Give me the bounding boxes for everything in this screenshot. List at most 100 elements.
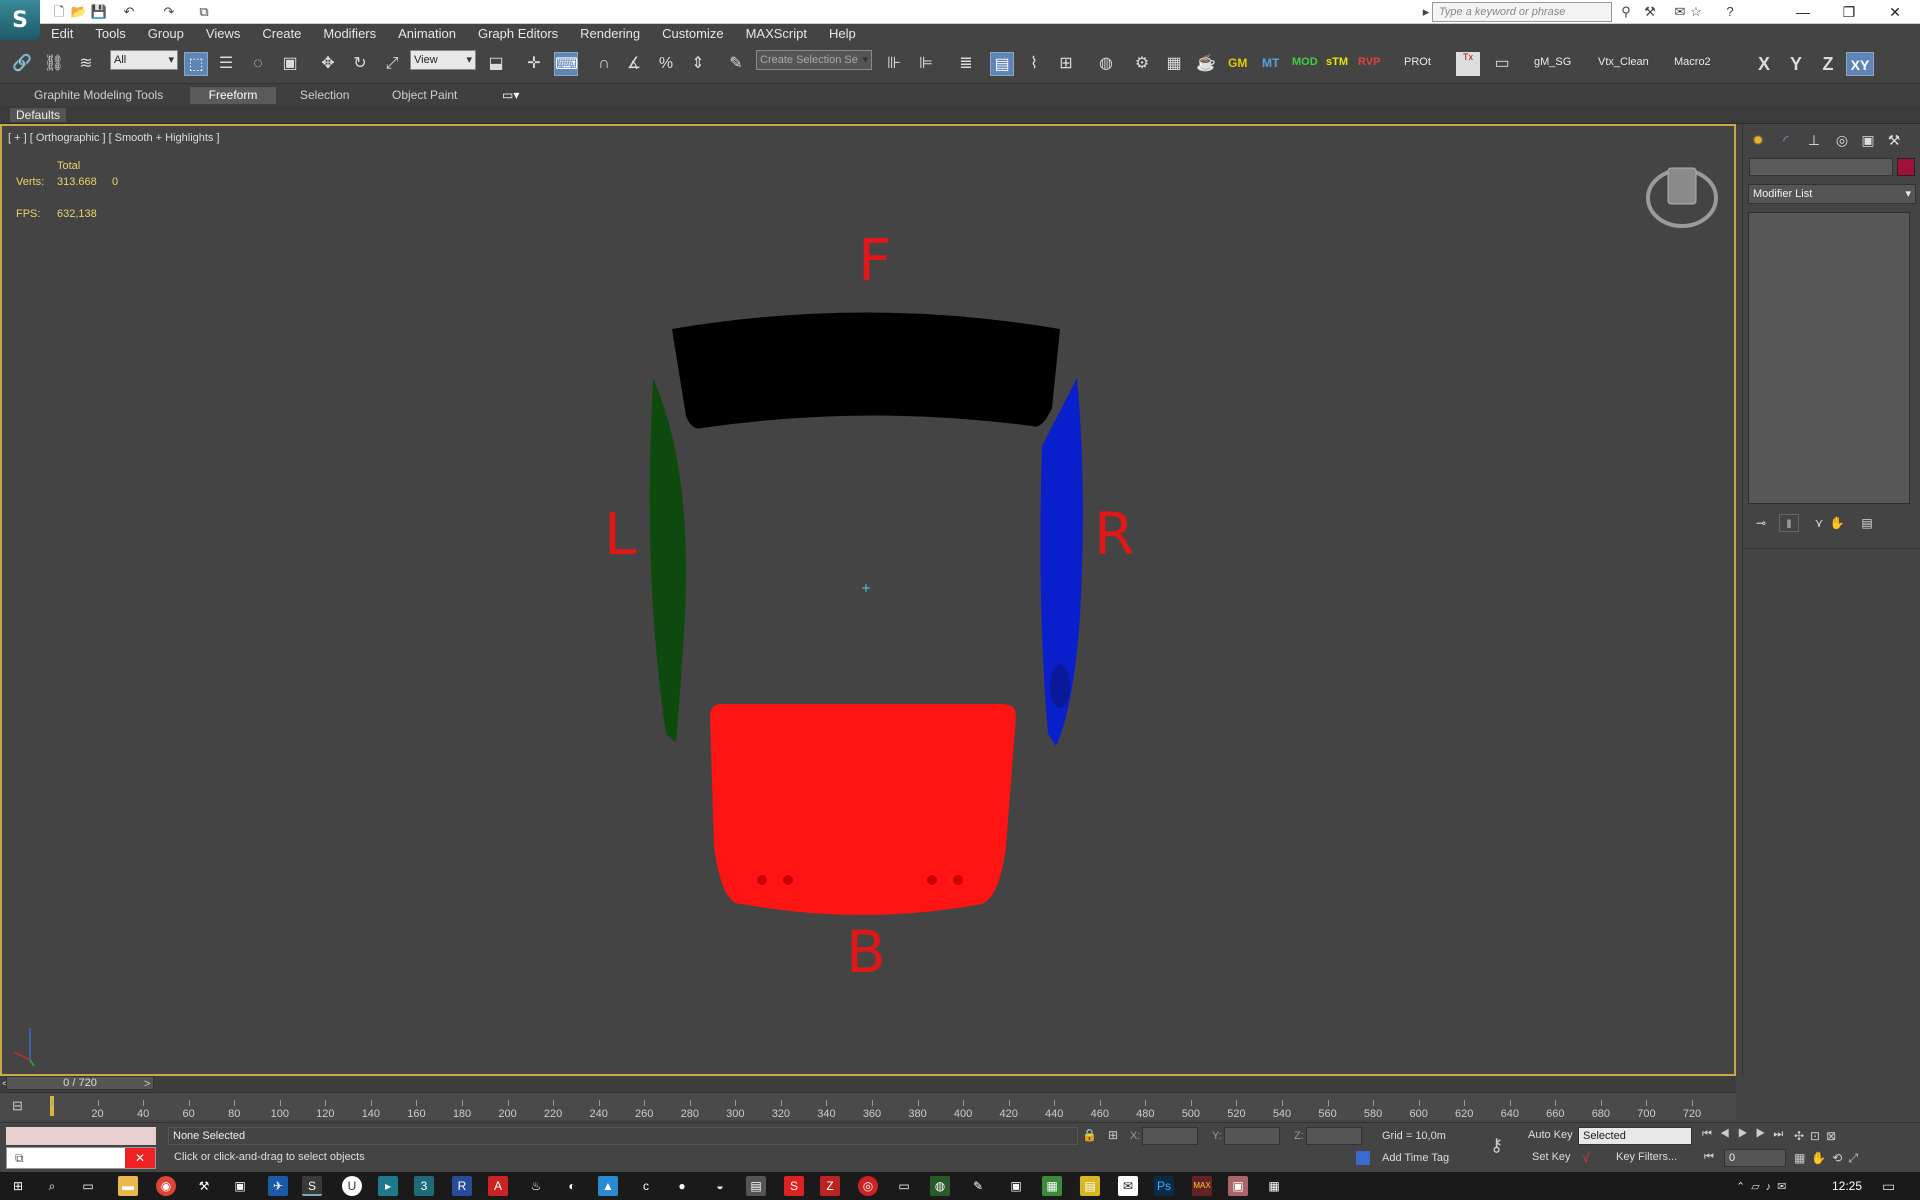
tab-object-paint[interactable]: Object Paint xyxy=(380,87,469,104)
script-button-vtx-clean[interactable]: Vtx_Clean xyxy=(1598,56,1649,68)
material-editor-icon[interactable]: ◍ xyxy=(1094,52,1118,76)
reference-coordinate-dropdown[interactable]: View xyxy=(410,50,476,70)
app-icon-1[interactable]: ✈ xyxy=(268,1176,288,1196)
named-selection-dropdown[interactable]: Create Selection Se xyxy=(756,50,872,70)
script-button-gm[interactable]: GM xyxy=(1228,56,1247,70)
explorer-icon[interactable]: ▬ xyxy=(118,1176,138,1196)
key-curve-icon[interactable]: √ xyxy=(1582,1149,1590,1165)
key-filters-button[interactable]: Key Filters... xyxy=(1616,1151,1677,1163)
app-logo-icon[interactable]: S xyxy=(0,0,40,40)
current-frame-field[interactable]: 0 xyxy=(1724,1149,1786,1167)
ruler-tool-icon[interactable]: ▭ xyxy=(1490,52,1514,76)
keyboard-shortcut-override-icon[interactable]: ⌨ xyxy=(554,52,578,76)
set-key-icon[interactable]: ⚷ xyxy=(1490,1135,1503,1156)
script-button-mod[interactable]: MOD xyxy=(1292,56,1318,68)
motion-tab-icon[interactable]: ◎ xyxy=(1831,130,1853,150)
maxscript-close-icon[interactable]: ✕ xyxy=(125,1148,155,1168)
search-input[interactable]: Type a keyword or phrase xyxy=(1432,2,1612,22)
app-icon-17[interactable]: ▣ xyxy=(1006,1176,1026,1196)
maxscript-mini-listener[interactable] xyxy=(6,1127,156,1145)
app-icon-22[interactable]: ▦ xyxy=(1264,1176,1284,1196)
menu-modifiers[interactable]: Modifiers xyxy=(312,24,387,44)
app-icon-2[interactable]: U xyxy=(342,1176,362,1196)
steam-icon[interactable]: ♨ xyxy=(526,1176,546,1196)
start-icon[interactable]: ⊞ xyxy=(8,1176,28,1196)
app-icon-21[interactable]: ▣ xyxy=(1228,1176,1248,1196)
menu-tools[interactable]: Tools xyxy=(84,24,136,44)
select-object-icon[interactable]: ⬚ xyxy=(184,52,208,76)
task-view-icon[interactable]: ▭ xyxy=(78,1176,98,1196)
viewport-nav-controls[interactable]: ✣⊡⊠ xyxy=(1794,1129,1842,1143)
modifier-stack[interactable] xyxy=(1748,212,1910,504)
script-button-stm[interactable]: sTM xyxy=(1326,56,1348,68)
favorites-star-icon[interactable]: ☆ xyxy=(1686,3,1706,21)
script-button-macro2[interactable]: Macro2 xyxy=(1674,56,1711,68)
chrome-icon[interactable]: ◉ xyxy=(156,1176,176,1196)
maximize-button[interactable]: ❐ xyxy=(1826,0,1872,24)
minimize-button[interactable]: — xyxy=(1780,0,1826,24)
app-icon-20[interactable]: MAX xyxy=(1192,1176,1212,1196)
schematic-view-icon[interactable]: ⊞ xyxy=(1054,52,1078,76)
scale-icon[interactable]: ⤢ xyxy=(380,52,404,76)
tool-icon[interactable]: ⚒ xyxy=(194,1176,214,1196)
viewport-orthographic[interactable]: [ + ] [ Orthographic ] [ Smooth + Highli… xyxy=(0,124,1736,1076)
time-next-icon[interactable]: > xyxy=(144,1078,150,1090)
z-coordinate-field[interactable] xyxy=(1306,1127,1362,1145)
app-icon-11[interactable]: ▤ xyxy=(746,1176,766,1196)
select-and-link-icon[interactable]: 🔗 xyxy=(10,52,34,76)
cmd-icon[interactable]: ▣ xyxy=(230,1176,250,1196)
create-tab-icon[interactable]: ✹ xyxy=(1747,130,1769,150)
add-time-tag[interactable]: Add Time Tag xyxy=(1382,1152,1449,1164)
absolute-mode-icon[interactable]: ⊞ xyxy=(1108,1128,1118,1142)
rotate-icon[interactable]: ↻ xyxy=(348,52,372,76)
align-icon[interactable]: ⊫ xyxy=(914,52,938,76)
save-file-icon[interactable]: 💾 xyxy=(90,3,108,21)
system-tray-icons[interactable]: ⌃▱♪✉ xyxy=(1736,1180,1792,1193)
selection-lock-icon[interactable]: 🔒 xyxy=(1082,1128,1097,1142)
viewport-nav-controls-2[interactable]: ▦✋⟲⤢ xyxy=(1794,1151,1864,1166)
menu-group[interactable]: Group xyxy=(137,24,195,44)
time-slider[interactable]: 0 / 720 xyxy=(6,1076,154,1090)
mirror-icon[interactable]: ⊪ xyxy=(882,52,906,76)
app-icon-13[interactable]: ◎ xyxy=(858,1176,878,1196)
script-button-gm-sg[interactable]: gM_SG xyxy=(1534,56,1571,68)
close-window-button[interactable]: ✕ xyxy=(1872,0,1918,24)
menu-graph-editors[interactable]: Graph Editors xyxy=(467,24,569,44)
menu-views[interactable]: Views xyxy=(195,24,251,44)
graphite-toggle-icon[interactable]: ▤ xyxy=(990,52,1014,76)
app-icon-5[interactable]: R xyxy=(452,1176,472,1196)
snaps-toggle-icon[interactable]: ∩ xyxy=(592,52,616,76)
remove-modifier-icon[interactable]: ✋ xyxy=(1827,514,1847,532)
app-icon-15[interactable]: ◍ xyxy=(930,1176,950,1196)
modifier-list-dropdown[interactable]: Modifier List xyxy=(1748,184,1916,204)
axis-xy-button[interactable]: XY xyxy=(1846,52,1874,76)
angle-snap-icon[interactable]: ∡ xyxy=(622,52,646,76)
axis-x-button[interactable]: X xyxy=(1752,52,1776,76)
open-file-icon[interactable]: 📂 xyxy=(70,3,88,21)
tab-graphite-modeling-tools[interactable]: Graphite Modeling Tools xyxy=(22,87,175,104)
app-icon-8[interactable]: c xyxy=(636,1176,656,1196)
mail-icon[interactable]: ✉ xyxy=(1118,1176,1138,1196)
playback-controls[interactable]: ⏮◀▶▶⏭ xyxy=(1702,1128,1791,1141)
edit-named-selection-icon[interactable]: ✎ xyxy=(724,52,748,76)
object-name-field[interactable] xyxy=(1749,158,1893,176)
script-button-prot[interactable]: PROt xyxy=(1404,56,1431,68)
hierarchy-tab-icon[interactable]: ⊥ xyxy=(1803,130,1825,150)
3dsmax-taskbar-icon[interactable]: S xyxy=(302,1176,322,1196)
search-expand-icon[interactable]: ▸ xyxy=(1420,3,1432,21)
mini-curve-editor-icon[interactable]: ⊟ xyxy=(12,1098,23,1114)
x-coordinate-field[interactable] xyxy=(1142,1127,1198,1145)
redo-icon[interactable]: ↷ xyxy=(160,3,178,21)
pivot-center-icon[interactable]: ⬓ xyxy=(484,52,508,76)
utilities-tab-icon[interactable]: ⚒ xyxy=(1883,130,1905,150)
defaults-label[interactable]: Defaults xyxy=(10,108,67,122)
text-tools-icon[interactable]: Tx xyxy=(1456,52,1480,76)
modify-tab-icon[interactable]: ◜ xyxy=(1775,130,1797,150)
menu-rendering[interactable]: Rendering xyxy=(569,24,651,44)
photoshop-icon[interactable]: Ps xyxy=(1154,1176,1174,1196)
help-icon[interactable]: ? xyxy=(1720,3,1740,21)
rendered-frame-icon[interactable]: ▦ xyxy=(1162,52,1186,76)
menu-animation[interactable]: Animation xyxy=(387,24,467,44)
spinner-snap-icon[interactable]: ⇕ xyxy=(686,52,710,76)
percent-snap-icon[interactable]: % xyxy=(654,52,678,76)
